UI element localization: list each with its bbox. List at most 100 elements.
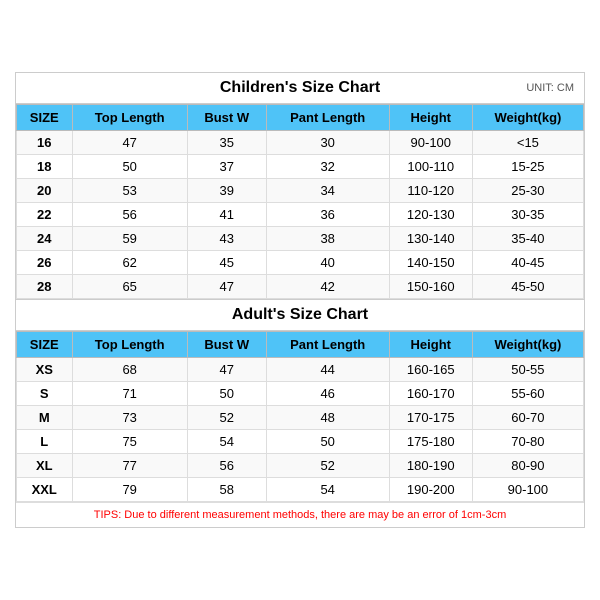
table-cell: 42 [266,275,389,299]
table-cell: 68 [72,358,187,382]
table-cell: 70-80 [472,430,583,454]
table-row: 20533934110-12025-30 [17,179,584,203]
table-cell: XL [17,454,73,478]
table-cell: 190-200 [389,478,472,502]
table-row: XS684744160-16550-55 [17,358,584,382]
table-cell: L [17,430,73,454]
table-cell: S [17,382,73,406]
table-row: M735248170-17560-70 [17,406,584,430]
table-cell: 75 [72,430,187,454]
table-cell: M [17,406,73,430]
table-cell: 30-35 [472,203,583,227]
table-cell: 45 [187,251,266,275]
table-cell: 130-140 [389,227,472,251]
children-table: SIZE Top Length Bust W Pant Length Heigh… [16,104,584,299]
table-cell: 110-120 [389,179,472,203]
table-cell: 40-45 [472,251,583,275]
children-title: Children's Size Chart [220,79,380,97]
table-cell: 80-90 [472,454,583,478]
unit-label: UNIT: CM [526,82,574,94]
table-row: XL775652180-19080-90 [17,454,584,478]
table-row: S715046160-17055-60 [17,382,584,406]
table-cell: 47 [187,358,266,382]
table-cell: 52 [187,406,266,430]
table-cell: 46 [266,382,389,406]
table-row: 1647353090-100<15 [17,131,584,155]
tips-text: TIPS: Due to different measurement metho… [94,509,506,521]
table-cell: 41 [187,203,266,227]
table-cell: 37 [187,155,266,179]
children-title-row: Children's Size Chart UNIT: CM [16,73,584,104]
table-cell: 140-150 [389,251,472,275]
table-cell: 50 [266,430,389,454]
children-col-bust-w: Bust W [187,105,266,131]
table-cell: 150-160 [389,275,472,299]
table-cell: 56 [72,203,187,227]
table-cell: 50 [187,382,266,406]
adults-title-row: Adult's Size Chart [16,299,584,331]
adults-col-bust-w: Bust W [187,332,266,358]
table-cell: 77 [72,454,187,478]
table-cell: 56 [187,454,266,478]
table-cell: 18 [17,155,73,179]
children-col-top-length: Top Length [72,105,187,131]
table-cell: 65 [72,275,187,299]
tips-row: TIPS: Due to different measurement metho… [16,502,584,527]
table-cell: 48 [266,406,389,430]
table-cell: 54 [187,430,266,454]
table-cell: 59 [72,227,187,251]
adults-tbody: XS684744160-16550-55S715046160-17055-60M… [17,358,584,502]
table-cell: 180-190 [389,454,472,478]
table-cell: 50-55 [472,358,583,382]
table-cell: 16 [17,131,73,155]
table-cell: 15-25 [472,155,583,179]
children-col-height: Height [389,105,472,131]
children-col-weight: Weight(kg) [472,105,583,131]
children-header-row: SIZE Top Length Bust W Pant Length Heigh… [17,105,584,131]
table-cell: 32 [266,155,389,179]
table-cell: 79 [72,478,187,502]
children-col-size: SIZE [17,105,73,131]
size-chart-container: Children's Size Chart UNIT: CM SIZE Top … [15,72,585,528]
table-row: 22564136120-13030-35 [17,203,584,227]
table-cell: 22 [17,203,73,227]
table-cell: 38 [266,227,389,251]
table-cell: 73 [72,406,187,430]
table-cell: 40 [266,251,389,275]
table-row: L755450175-18070-80 [17,430,584,454]
table-cell: 25-30 [472,179,583,203]
table-cell: 30 [266,131,389,155]
table-row: 26624540140-15040-45 [17,251,584,275]
table-cell: 52 [266,454,389,478]
table-cell: 100-110 [389,155,472,179]
table-cell: 170-175 [389,406,472,430]
table-cell: 43 [187,227,266,251]
adults-col-height: Height [389,332,472,358]
adults-col-top-length: Top Length [72,332,187,358]
adults-col-weight: Weight(kg) [472,332,583,358]
table-cell: 36 [266,203,389,227]
table-cell: 71 [72,382,187,406]
children-tbody: 1647353090-100<1518503732100-11015-25205… [17,131,584,299]
table-cell: 90-100 [472,478,583,502]
table-cell: 120-130 [389,203,472,227]
table-cell: 20 [17,179,73,203]
table-cell: 34 [266,179,389,203]
adults-title: Adult's Size Chart [232,306,368,324]
children-col-pant-length: Pant Length [266,105,389,131]
adults-header-row: SIZE Top Length Bust W Pant Length Heigh… [17,332,584,358]
table-cell: XS [17,358,73,382]
adults-col-size: SIZE [17,332,73,358]
table-cell: 160-165 [389,358,472,382]
table-cell: 39 [187,179,266,203]
table-cell: 54 [266,478,389,502]
table-cell: 60-70 [472,406,583,430]
table-cell: 45-50 [472,275,583,299]
table-cell: 28 [17,275,73,299]
table-cell: 24 [17,227,73,251]
table-row: 18503732100-11015-25 [17,155,584,179]
table-row: 28654742150-16045-50 [17,275,584,299]
table-cell: <15 [472,131,583,155]
table-cell: 62 [72,251,187,275]
table-cell: 35 [187,131,266,155]
